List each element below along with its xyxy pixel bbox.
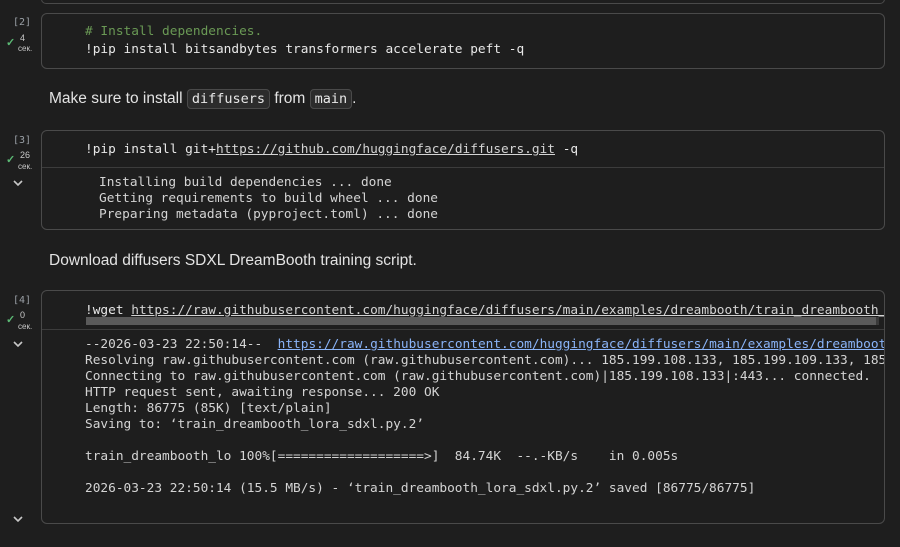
code-line: !wget https://raw.githubusercontent.com/… (85, 303, 884, 318)
md-text: from (274, 90, 306, 107)
run-duration-unit: сек. (18, 162, 33, 171)
markdown-cell-2: Download diffusers SDXL DreamBooth train… (49, 252, 417, 269)
output-line: 2026-03-23 22:50:14 (15.5 MB/s) - ‘train… (85, 481, 756, 496)
output-divider (42, 167, 884, 168)
code-line: !pip install git+https://github.com/hugg… (85, 142, 578, 157)
run-duration: 0 (20, 310, 26, 320)
output-line: Getting requirements to build wheel ... … (99, 191, 438, 206)
code-cell-3[interactable]: !pip install git+https://github.com/hugg… (41, 130, 885, 230)
md-text: Make sure to install (49, 90, 183, 107)
code-text: -q (554, 142, 579, 157)
code-chip: diffusers (186, 89, 270, 109)
output-line: Preparing metadata (pyproject.toml) ... … (99, 207, 438, 222)
output-line: Resolving raw.githubusercontent.com (raw… (85, 353, 884, 368)
cell-gutter-2: [2] ✓ 4 сек. (0, 0, 40, 70)
exec-count: [4] (13, 295, 32, 306)
scrollbar-thumb[interactable] (86, 317, 876, 325)
run-duration: 4 (20, 33, 26, 43)
check-icon: ✓ (6, 154, 16, 166)
code-text: !wget (85, 303, 132, 318)
output-line: Length: 86775 (85K) [text/plain] (85, 401, 332, 416)
code-text: !pip install git+ (85, 142, 216, 157)
horizontal-scrollbar[interactable] (86, 317, 879, 325)
check-icon: ✓ (6, 314, 16, 326)
code-comment: # Install dependencies. (85, 24, 263, 39)
collapse-cell-chevron-icon[interactable] (13, 515, 23, 523)
code-link[interactable]: https://raw.githubusercontent.com/huggin… (131, 303, 884, 318)
code-cell-4[interactable]: !wget https://raw.githubusercontent.com/… (41, 290, 885, 524)
code-cell-2[interactable]: # Install dependencies. !pip install bit… (41, 13, 885, 69)
run-duration-unit: сек. (18, 44, 33, 53)
output-link[interactable]: https://raw.githubusercontent.com/huggin… (278, 337, 884, 352)
output-line: HTTP request sent, awaiting response... … (85, 385, 440, 400)
collapse-output-chevron-icon[interactable] (13, 179, 23, 187)
cell-gutter-4: [4] ✓ 0 сек. (0, 290, 40, 525)
output-line: Installing build dependencies ... done (99, 175, 392, 190)
exec-count: [2] (13, 17, 32, 28)
output-line: train_dreambooth_lo 100%[===============… (85, 449, 679, 464)
code-link[interactable]: https://github.com/huggingface/diffusers… (216, 142, 555, 157)
run-duration-unit: сек. (18, 322, 33, 331)
check-icon: ✓ (6, 37, 16, 49)
md-text: . (352, 90, 357, 107)
output-line: --2026-03-23 22:50:14-- https://raw.gith… (85, 337, 884, 352)
output-text: --2026-03-23 22:50:14-- (85, 337, 278, 352)
collapse-output-chevron-icon[interactable] (13, 340, 23, 348)
output-line: Saving to: ‘train_dreambooth_lora_sdxl.p… (85, 417, 424, 432)
cell-content: !wget https://raw.githubusercontent.com/… (42, 291, 884, 523)
run-duration: 26 (20, 150, 31, 160)
cell-gutter-3: [3] ✓ 26 сек. (0, 130, 40, 230)
markdown-cell-1: Make sure to install diffusers from main… (49, 89, 357, 109)
output-divider (42, 329, 884, 330)
code-chip: main (309, 89, 353, 109)
code-line: !pip install bitsandbytes transformers a… (85, 42, 525, 57)
exec-count: [3] (13, 135, 32, 146)
output-line: Connecting to raw.githubusercontent.com … (85, 369, 871, 384)
previous-cell-edge (41, 0, 885, 4)
